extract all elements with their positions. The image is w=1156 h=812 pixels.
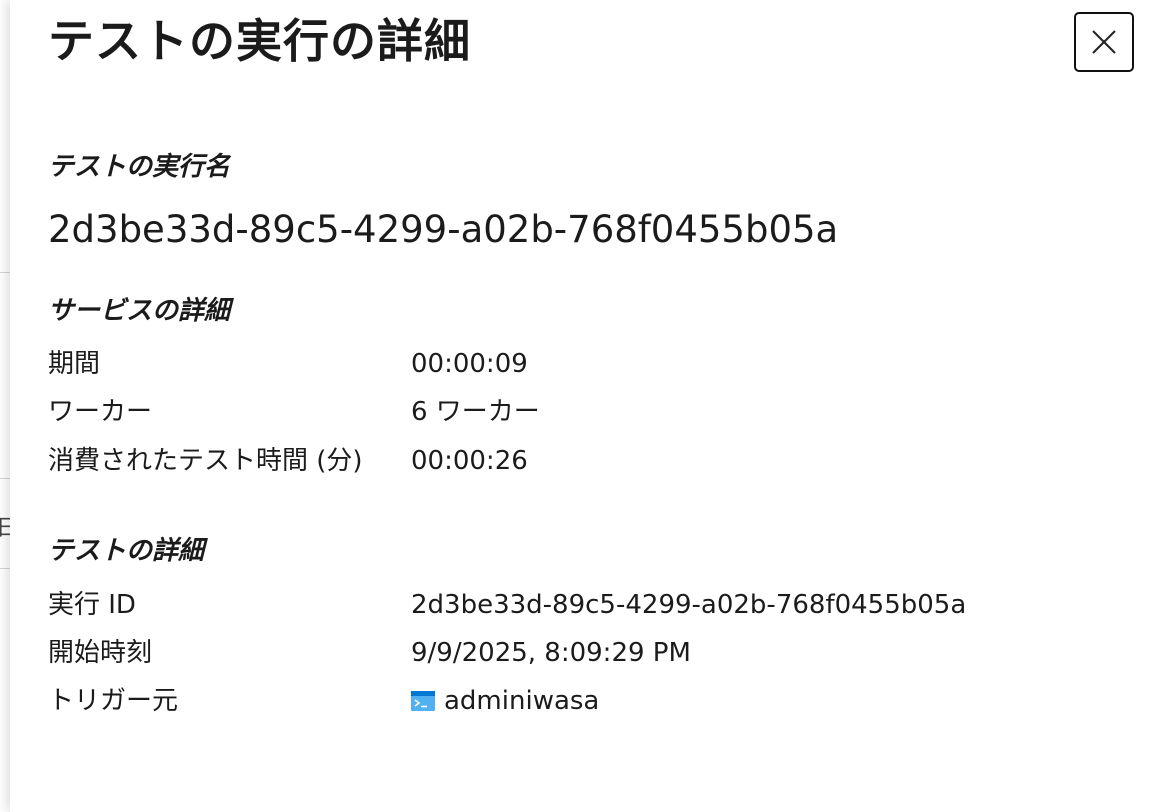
start-time-value: 9/9/2025, 8:09:29 PM xyxy=(411,638,691,668)
terminal-icon xyxy=(411,691,435,711)
close-button[interactable] xyxy=(1074,12,1134,72)
background-divider xyxy=(0,478,10,479)
background-divider xyxy=(0,568,10,569)
test-run-details-panel: テストの実行の詳細 テストの実行名 2d3be33d-89c5-4299-a02… xyxy=(10,0,1156,812)
workers-label: ワーカー xyxy=(48,397,153,427)
test-details-heading: テストの詳細 xyxy=(48,536,205,566)
detail-row-run-id: 実行 ID 2d3be33d-89c5-4299-a02b-768f0455b0… xyxy=(48,585,1128,625)
detail-row-start-time: 開始時刻 9/9/2025, 8:09:29 PM xyxy=(48,633,1128,673)
duration-value: 00:00:09 xyxy=(411,349,528,379)
run-id-value: 2d3be33d-89c5-4299-a02b-768f0455b05a xyxy=(411,590,967,620)
panel-title: テストの実行の詳細 xyxy=(48,14,471,68)
detail-row-test-minutes: 消費されたテスト時間 (分) 00:00:26 xyxy=(48,441,1128,481)
workers-value: 6 ワーカー xyxy=(411,397,540,427)
triggered-by-value: adminiwasa xyxy=(411,681,599,721)
detail-row-duration: 期間 00:00:09 xyxy=(48,344,1128,384)
detail-row-workers: ワーカー 6 ワーカー xyxy=(48,392,1128,432)
close-icon xyxy=(1092,30,1116,54)
test-minutes-value: 00:00:26 xyxy=(411,446,528,476)
detail-row-triggered-by: トリガー元 adminiwasa xyxy=(48,681,1128,721)
run-id-label: 実行 ID xyxy=(48,590,136,620)
background-page: 日 xyxy=(0,0,18,812)
duration-label: 期間 xyxy=(48,349,101,379)
run-name-value: 2d3be33d-89c5-4299-a02b-768f0455b05a xyxy=(48,208,839,251)
test-minutes-label: 消費されたテスト時間 (分) xyxy=(48,446,363,476)
background-divider xyxy=(0,272,10,273)
triggered-by-user: adminiwasa xyxy=(444,686,600,716)
start-time-label: 開始時刻 xyxy=(48,638,153,668)
triggered-by-label: トリガー元 xyxy=(48,686,179,716)
service-details-heading: サービスの詳細 xyxy=(48,296,231,326)
run-name-heading: テストの実行名 xyxy=(48,152,231,182)
